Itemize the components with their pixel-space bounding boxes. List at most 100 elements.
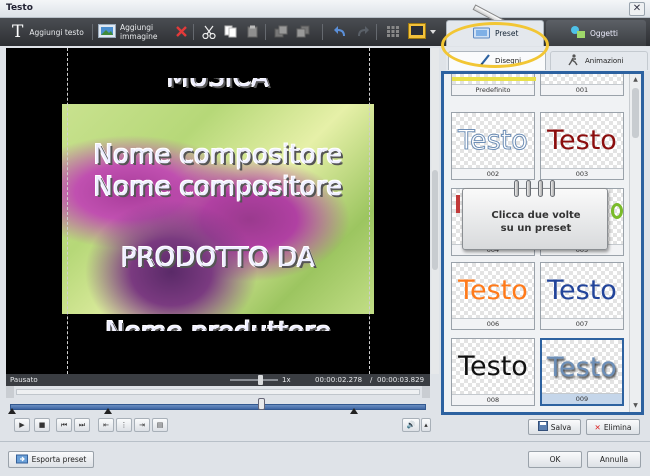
preset-cell-009-selected[interactable]: Testo 009: [540, 338, 624, 406]
preset-label: 008: [452, 394, 534, 405]
bring-forward-icon[interactable]: [274, 25, 288, 38]
send-backward-icon[interactable]: [296, 25, 310, 38]
hint-line-2: su un preset: [500, 223, 572, 234]
redo-icon[interactable]: [355, 25, 369, 38]
preset-sample-text: Testo: [458, 125, 529, 157]
preset-cell-002[interactable]: Testo 002: [451, 112, 535, 180]
callout-ring: [550, 180, 555, 197]
preset-accent: [456, 195, 460, 213]
delete-x-icon[interactable]: [175, 25, 188, 38]
cancel-button[interactable]: Annulla: [587, 451, 641, 468]
cut-icon[interactable]: [202, 25, 216, 40]
credit-line-producer[interactable]: Nome produttore: [6, 317, 430, 331]
chevron-down-icon[interactable]: ▼: [631, 402, 640, 410]
timeline-scroll-left[interactable]: [6, 386, 14, 398]
add-text-button[interactable]: T Aggiungi testo: [12, 22, 84, 42]
preset-cell-008[interactable]: Testo 008: [451, 338, 535, 406]
copy-icon[interactable]: [224, 25, 237, 38]
safe-area-icon[interactable]: [408, 23, 426, 39]
stop-icon: ■: [38, 421, 46, 429]
preset-accent: [611, 203, 623, 219]
chevron-up-icon[interactable]: ▲: [631, 76, 640, 84]
add-image-button[interactable]: Aggiungi immagine: [98, 22, 158, 42]
align-center-icon: ⋮: [120, 421, 128, 429]
export-preset-button[interactable]: Esporta preset: [8, 451, 94, 468]
volume-button[interactable]: 🔊: [402, 418, 420, 432]
tab-animations-label: Animazioni: [585, 57, 624, 65]
skip-back-icon: ⏮: [60, 421, 68, 429]
footer-separator: [0, 441, 650, 442]
timeline-track[interactable]: [10, 404, 426, 410]
preset-cell-predefinito[interactable]: Predefinito: [451, 74, 536, 96]
preset-sample-text: Testo: [547, 352, 617, 383]
preset-sample-text: Testo: [458, 275, 528, 306]
grid-icon[interactable]: [386, 25, 399, 38]
ok-button[interactable]: OK: [528, 451, 582, 468]
volume-dropdown[interactable]: ▴: [421, 418, 431, 432]
export-icon: [15, 453, 28, 466]
align-center-button[interactable]: ⋮: [116, 418, 132, 432]
ok-label: OK: [549, 455, 561, 464]
speed-slider-thumb[interactable]: [258, 375, 263, 385]
save-preset-button[interactable]: Salva: [528, 419, 581, 435]
preset-cell-003[interactable]: Testo 003: [540, 112, 624, 180]
total-time: 00:00:03.829: [377, 376, 425, 384]
tab-objects-label: Oggetti: [590, 28, 619, 38]
play-button[interactable]: ▶: [14, 418, 30, 432]
playback-state: Pausato: [10, 376, 38, 384]
window-title: Testo: [6, 3, 33, 13]
callout-ring: [514, 180, 519, 197]
add-image-label-1: Aggiungi: [120, 23, 154, 32]
add-image-label-2: immagine: [120, 32, 158, 41]
playback-status-bar: Pausato 1x 00:00:02.278 / 00:00:03.829: [6, 374, 430, 386]
tab-animations[interactable]: Animazioni: [550, 51, 648, 70]
speaker-icon: 🔊: [406, 421, 416, 429]
preset-label: Predefinito: [452, 84, 534, 95]
preset-label: 002: [452, 168, 534, 179]
preset-scroll-thumb[interactable]: [632, 88, 639, 138]
credit-line-music[interactable]: MUSICA: [6, 78, 430, 98]
paste-icon[interactable]: [246, 25, 259, 38]
preview-scroll-thumb[interactable]: [432, 170, 438, 270]
previous-button[interactable]: ⏮: [56, 418, 72, 432]
fit-button[interactable]: ▤: [152, 418, 168, 432]
align-left-button[interactable]: ⇤: [98, 418, 114, 432]
time-separator: /: [370, 376, 373, 384]
preset-cell-007[interactable]: Testo 007: [540, 262, 624, 330]
align-right-button[interactable]: ⇥: [134, 418, 150, 432]
timeline-scroll-right[interactable]: [422, 386, 430, 398]
preset-grid-scrollbar[interactable]: ▲ ▼: [629, 74, 641, 412]
preset-label: 007: [541, 318, 623, 329]
play-icon: ▶: [19, 421, 25, 429]
playhead-handle[interactable]: [258, 398, 265, 410]
timeline-ruler: [16, 389, 420, 395]
delete-preset-button[interactable]: ✕ Elimina: [586, 419, 640, 435]
stop-button[interactable]: ■: [34, 418, 50, 432]
align-left-icon: ⇤: [103, 421, 109, 429]
credit-line-composer-1[interactable]: Nome compositore: [6, 140, 430, 170]
current-time: 00:00:02.278: [315, 376, 363, 384]
callout-ring: [538, 180, 543, 197]
credit-line-composer-2[interactable]: Nome compositore: [6, 172, 430, 202]
preset-sample-text: Testo: [458, 351, 528, 382]
highlight-ellipse: [441, 22, 549, 68]
credit-line-produced-by[interactable]: PRODOTTO DA: [6, 243, 430, 273]
next-button[interactable]: ⏭: [74, 418, 90, 432]
preset-cell-001[interactable]: 001: [540, 74, 624, 96]
marker-left[interactable]: [104, 408, 112, 414]
preset-label: 001: [541, 84, 623, 95]
callout-ring: [526, 180, 531, 197]
tab-objects[interactable]: Oggetti: [546, 20, 646, 46]
speed-slider-track: [230, 379, 278, 381]
hint-text: Clicca due volte su un preset: [468, 209, 604, 235]
close-button[interactable]: ✕: [629, 2, 645, 16]
preset-cell-006[interactable]: Testo 006: [451, 262, 535, 330]
chevron-down-icon[interactable]: [429, 28, 437, 36]
undo-icon[interactable]: [333, 25, 346, 38]
preset-sample-text: Testo: [547, 125, 617, 156]
text-t-icon: T: [12, 21, 24, 42]
marker-start[interactable]: [8, 408, 16, 414]
marker-right[interactable]: [350, 408, 358, 414]
export-label: Esporta preset: [31, 455, 87, 464]
preset-sample-text: Testo: [547, 275, 617, 306]
